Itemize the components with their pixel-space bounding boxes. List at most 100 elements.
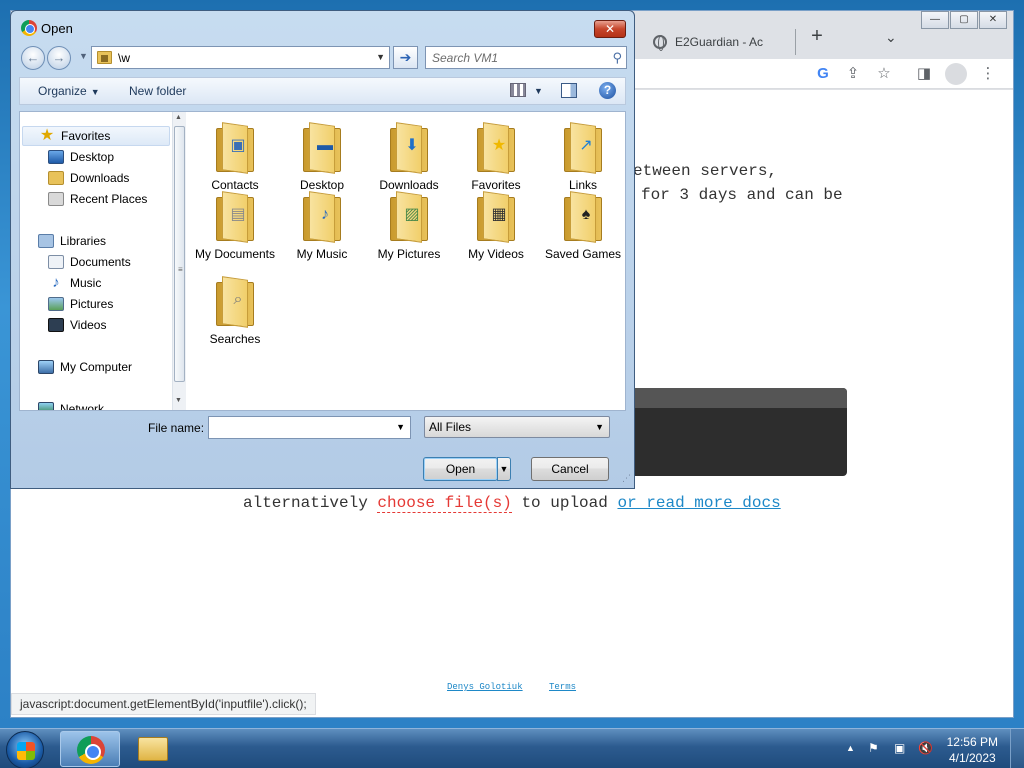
- google-icon[interactable]: G: [814, 65, 832, 83]
- taskbar-explorer[interactable]: [122, 731, 182, 767]
- address-bar[interactable]: ▼: [91, 46, 390, 69]
- chevron-down-icon: ▼: [90, 87, 100, 97]
- view-options-dropdown[interactable]: ▼: [534, 86, 543, 96]
- nav-desktop[interactable]: Desktop: [48, 147, 114, 167]
- back-arrow-icon[interactable]: ←: [21, 46, 45, 70]
- minimize-button[interactable]: —: [921, 11, 949, 29]
- footer-author-link[interactable]: Denys Golotiuk: [447, 682, 523, 692]
- nav-pictures[interactable]: Pictures: [48, 294, 113, 314]
- dialog-titlebar[interactable]: Open ✕: [11, 11, 634, 41]
- file-name-input[interactable]: [213, 419, 388, 436]
- folder-contacts[interactable]: ▣ Contacts: [192, 122, 278, 193]
- music-icon: ♪: [52, 274, 60, 291]
- open-button[interactable]: Open: [423, 457, 498, 481]
- search-box[interactable]: ⚲: [425, 46, 627, 69]
- start-button[interactable]: [6, 731, 44, 768]
- folder-desktop[interactable]: ▬ Desktop: [279, 122, 365, 193]
- star-icon[interactable]: ☆: [875, 65, 893, 83]
- folder-my-videos[interactable]: ▦ My Videos: [453, 191, 539, 262]
- saved-games-icon: ♠: [562, 191, 604, 243]
- file-name-row: File name: ▼ All Files ▼: [19, 415, 626, 443]
- my-documents-icon: ▤: [214, 191, 256, 243]
- contacts-icon: ▣: [214, 122, 256, 174]
- show-hidden-icons-arrow[interactable]: ▲: [846, 743, 855, 753]
- file-name-dropdown-icon[interactable]: ▼: [396, 422, 405, 432]
- nav-label: Pictures: [70, 297, 114, 311]
- folder-my-documents[interactable]: ▤ My Documents: [192, 191, 278, 262]
- volume-muted-icon[interactable]: 🔇: [918, 741, 933, 755]
- preview-pane-icon[interactable]: [561, 83, 577, 98]
- forward-arrow-icon[interactable]: →: [47, 46, 71, 70]
- nav-libraries[interactable]: Libraries: [38, 231, 106, 251]
- footer-terms-link[interactable]: Terms: [549, 682, 576, 692]
- scroll-up-icon[interactable]: ▲: [175, 114, 182, 121]
- close-window-button[interactable]: ✕: [979, 11, 1007, 29]
- tab-e2guardian[interactable]: E2Guardian - Ac: [643, 25, 795, 59]
- nav-my-computer[interactable]: My Computer: [38, 357, 132, 377]
- chrome-icon: [77, 736, 105, 764]
- read-docs-link[interactable]: or read more docs: [617, 494, 780, 512]
- command-bar: Organize ▼ New folder ▼ ?: [19, 77, 626, 105]
- maximize-button[interactable]: ▢: [950, 11, 978, 29]
- windows-logo-icon: [17, 742, 35, 760]
- sidebar-icon[interactable]: ◨: [915, 65, 933, 83]
- address-row: ← → ▼ ▼ ➔ ⚲: [19, 45, 627, 70]
- nav-label: Downloads: [70, 171, 130, 185]
- share-icon[interactable]: ⇪: [844, 65, 862, 83]
- help-icon[interactable]: ?: [599, 82, 616, 99]
- upload-dropzone[interactable]: [611, 388, 847, 476]
- folder-saved-games[interactable]: ♠ Saved Games: [540, 191, 626, 262]
- tab-title: E2Guardian - Ac: [675, 35, 764, 49]
- nav-music[interactable]: ♪ Music: [48, 273, 101, 293]
- nav-downloads[interactable]: Downloads: [48, 168, 129, 188]
- nav-label: Desktop: [70, 150, 115, 164]
- folder-searches[interactable]: ⌕ Searches: [192, 276, 278, 347]
- profile-icon[interactable]: [945, 63, 967, 85]
- nav-scrollbar[interactable]: ▲ ≡ ▼: [172, 112, 186, 410]
- action-center-flag-icon[interactable]: ⚑: [868, 741, 879, 755]
- clock-date: 4/1/2023: [948, 751, 996, 765]
- tab-search-button[interactable]: ⌄: [885, 29, 897, 46]
- address-dropdown-icon[interactable]: ▼: [376, 52, 385, 62]
- alt-middle: to upload: [511, 494, 618, 512]
- nav-videos[interactable]: Videos: [48, 315, 106, 335]
- choose-files-link[interactable]: choose file(s): [377, 494, 512, 513]
- search-input[interactable]: [432, 49, 602, 66]
- dialog-body: ★ Favorites Desktop Downloads Recent Plac…: [19, 111, 626, 411]
- change-view-icon[interactable]: [510, 83, 526, 97]
- folder-my-music[interactable]: ♪ My Music: [279, 191, 365, 262]
- downloads-icon: [48, 171, 64, 185]
- nav-recent-places[interactable]: Recent Places: [48, 189, 147, 209]
- organize-button[interactable]: Organize ▼: [38, 84, 100, 98]
- show-desktop-button[interactable]: [1010, 729, 1024, 768]
- folder-grid: ▣ Contacts ▬ Desktop ⬇ Downloads ★ Favor…: [192, 116, 632, 408]
- resize-grip-icon[interactable]: ⋰: [622, 473, 631, 484]
- scrollbar-thumb[interactable]: ≡: [174, 126, 185, 382]
- folder-favorites[interactable]: ★ Favorites: [453, 122, 539, 193]
- open-options-dropdown[interactable]: ▼: [497, 457, 511, 481]
- scroll-down-icon[interactable]: ▼: [175, 397, 182, 404]
- file-name-field[interactable]: ▼: [208, 416, 411, 439]
- folder-links[interactable]: ↗ Links: [540, 122, 626, 193]
- tab-separator: [795, 29, 796, 55]
- taskbar-chrome[interactable]: [60, 731, 120, 767]
- search-icon[interactable]: ⚲: [612, 50, 622, 66]
- cancel-button[interactable]: Cancel: [531, 457, 609, 481]
- new-tab-button[interactable]: +: [805, 25, 829, 48]
- recent-locations-dropdown[interactable]: ▼: [79, 51, 88, 61]
- clock[interactable]: 12:56 PM 4/1/2023: [947, 734, 998, 766]
- menu-icon[interactable]: ⋮: [979, 65, 997, 83]
- nav-network[interactable]: Network: [38, 399, 104, 410]
- go-arrow-button[interactable]: ➔: [393, 46, 418, 69]
- dialog-close-button[interactable]: ✕: [594, 20, 626, 38]
- folder-downloads[interactable]: ⬇ Downloads: [366, 122, 452, 193]
- videos-icon: [48, 318, 64, 332]
- address-input[interactable]: [118, 49, 358, 66]
- folder-my-pictures[interactable]: ▨ My Pictures: [366, 191, 452, 262]
- file-type-select[interactable]: All Files ▼: [424, 416, 610, 438]
- nav-documents[interactable]: Documents: [48, 252, 131, 272]
- folder-label: Contacts: [211, 178, 259, 192]
- nav-favorites[interactable]: ★ Favorites: [22, 126, 170, 146]
- network-icon[interactable]: ▣: [894, 741, 905, 755]
- new-folder-button[interactable]: New folder: [129, 84, 186, 98]
